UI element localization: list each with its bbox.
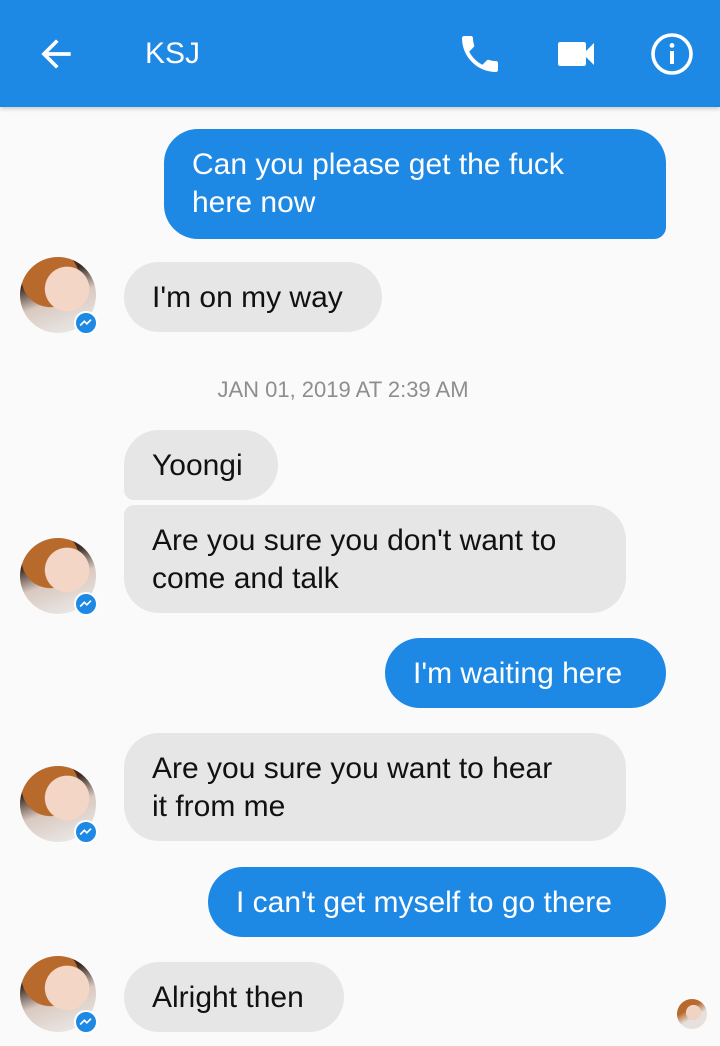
message-timestamp: JAN 01, 2019 AT 2:39 AM (217, 377, 469, 402)
message-bubble-incoming[interactable]: Are you sure you want to hear it from me (124, 733, 626, 841)
messenger-badge-icon (74, 592, 98, 616)
contact-avatar[interactable] (20, 766, 98, 844)
seen-receipt-avatar (677, 999, 707, 1029)
contact-name[interactable]: KSJ (145, 34, 200, 74)
message-bubble-incoming[interactable]: Are you sure you don't want to come and … (124, 505, 626, 613)
contact-avatar[interactable] (20, 956, 98, 1034)
back-arrow-icon[interactable] (34, 32, 78, 76)
phone-icon[interactable] (456, 30, 504, 78)
message-bubble-outgoing[interactable]: I can't get myself to go there (208, 867, 666, 937)
message-bubble-incoming[interactable]: Alright then (124, 962, 344, 1032)
info-icon[interactable] (648, 30, 696, 78)
contact-avatar[interactable] (20, 257, 98, 335)
messenger-badge-icon (74, 820, 98, 844)
message-bubble-incoming[interactable]: I'm on my way (124, 262, 382, 332)
message-bubble-outgoing[interactable]: I'm waiting here (385, 638, 666, 708)
messenger-badge-icon (74, 311, 98, 335)
messenger-badge-icon (74, 1010, 98, 1034)
message-bubble-incoming[interactable]: Yoongi (124, 430, 278, 500)
message-bubble-outgoing[interactable]: Can you please get the fuck here now (164, 129, 666, 239)
contact-avatar[interactable] (20, 538, 98, 616)
conversation-header: KSJ (0, 0, 720, 107)
video-camera-icon[interactable] (552, 30, 600, 78)
